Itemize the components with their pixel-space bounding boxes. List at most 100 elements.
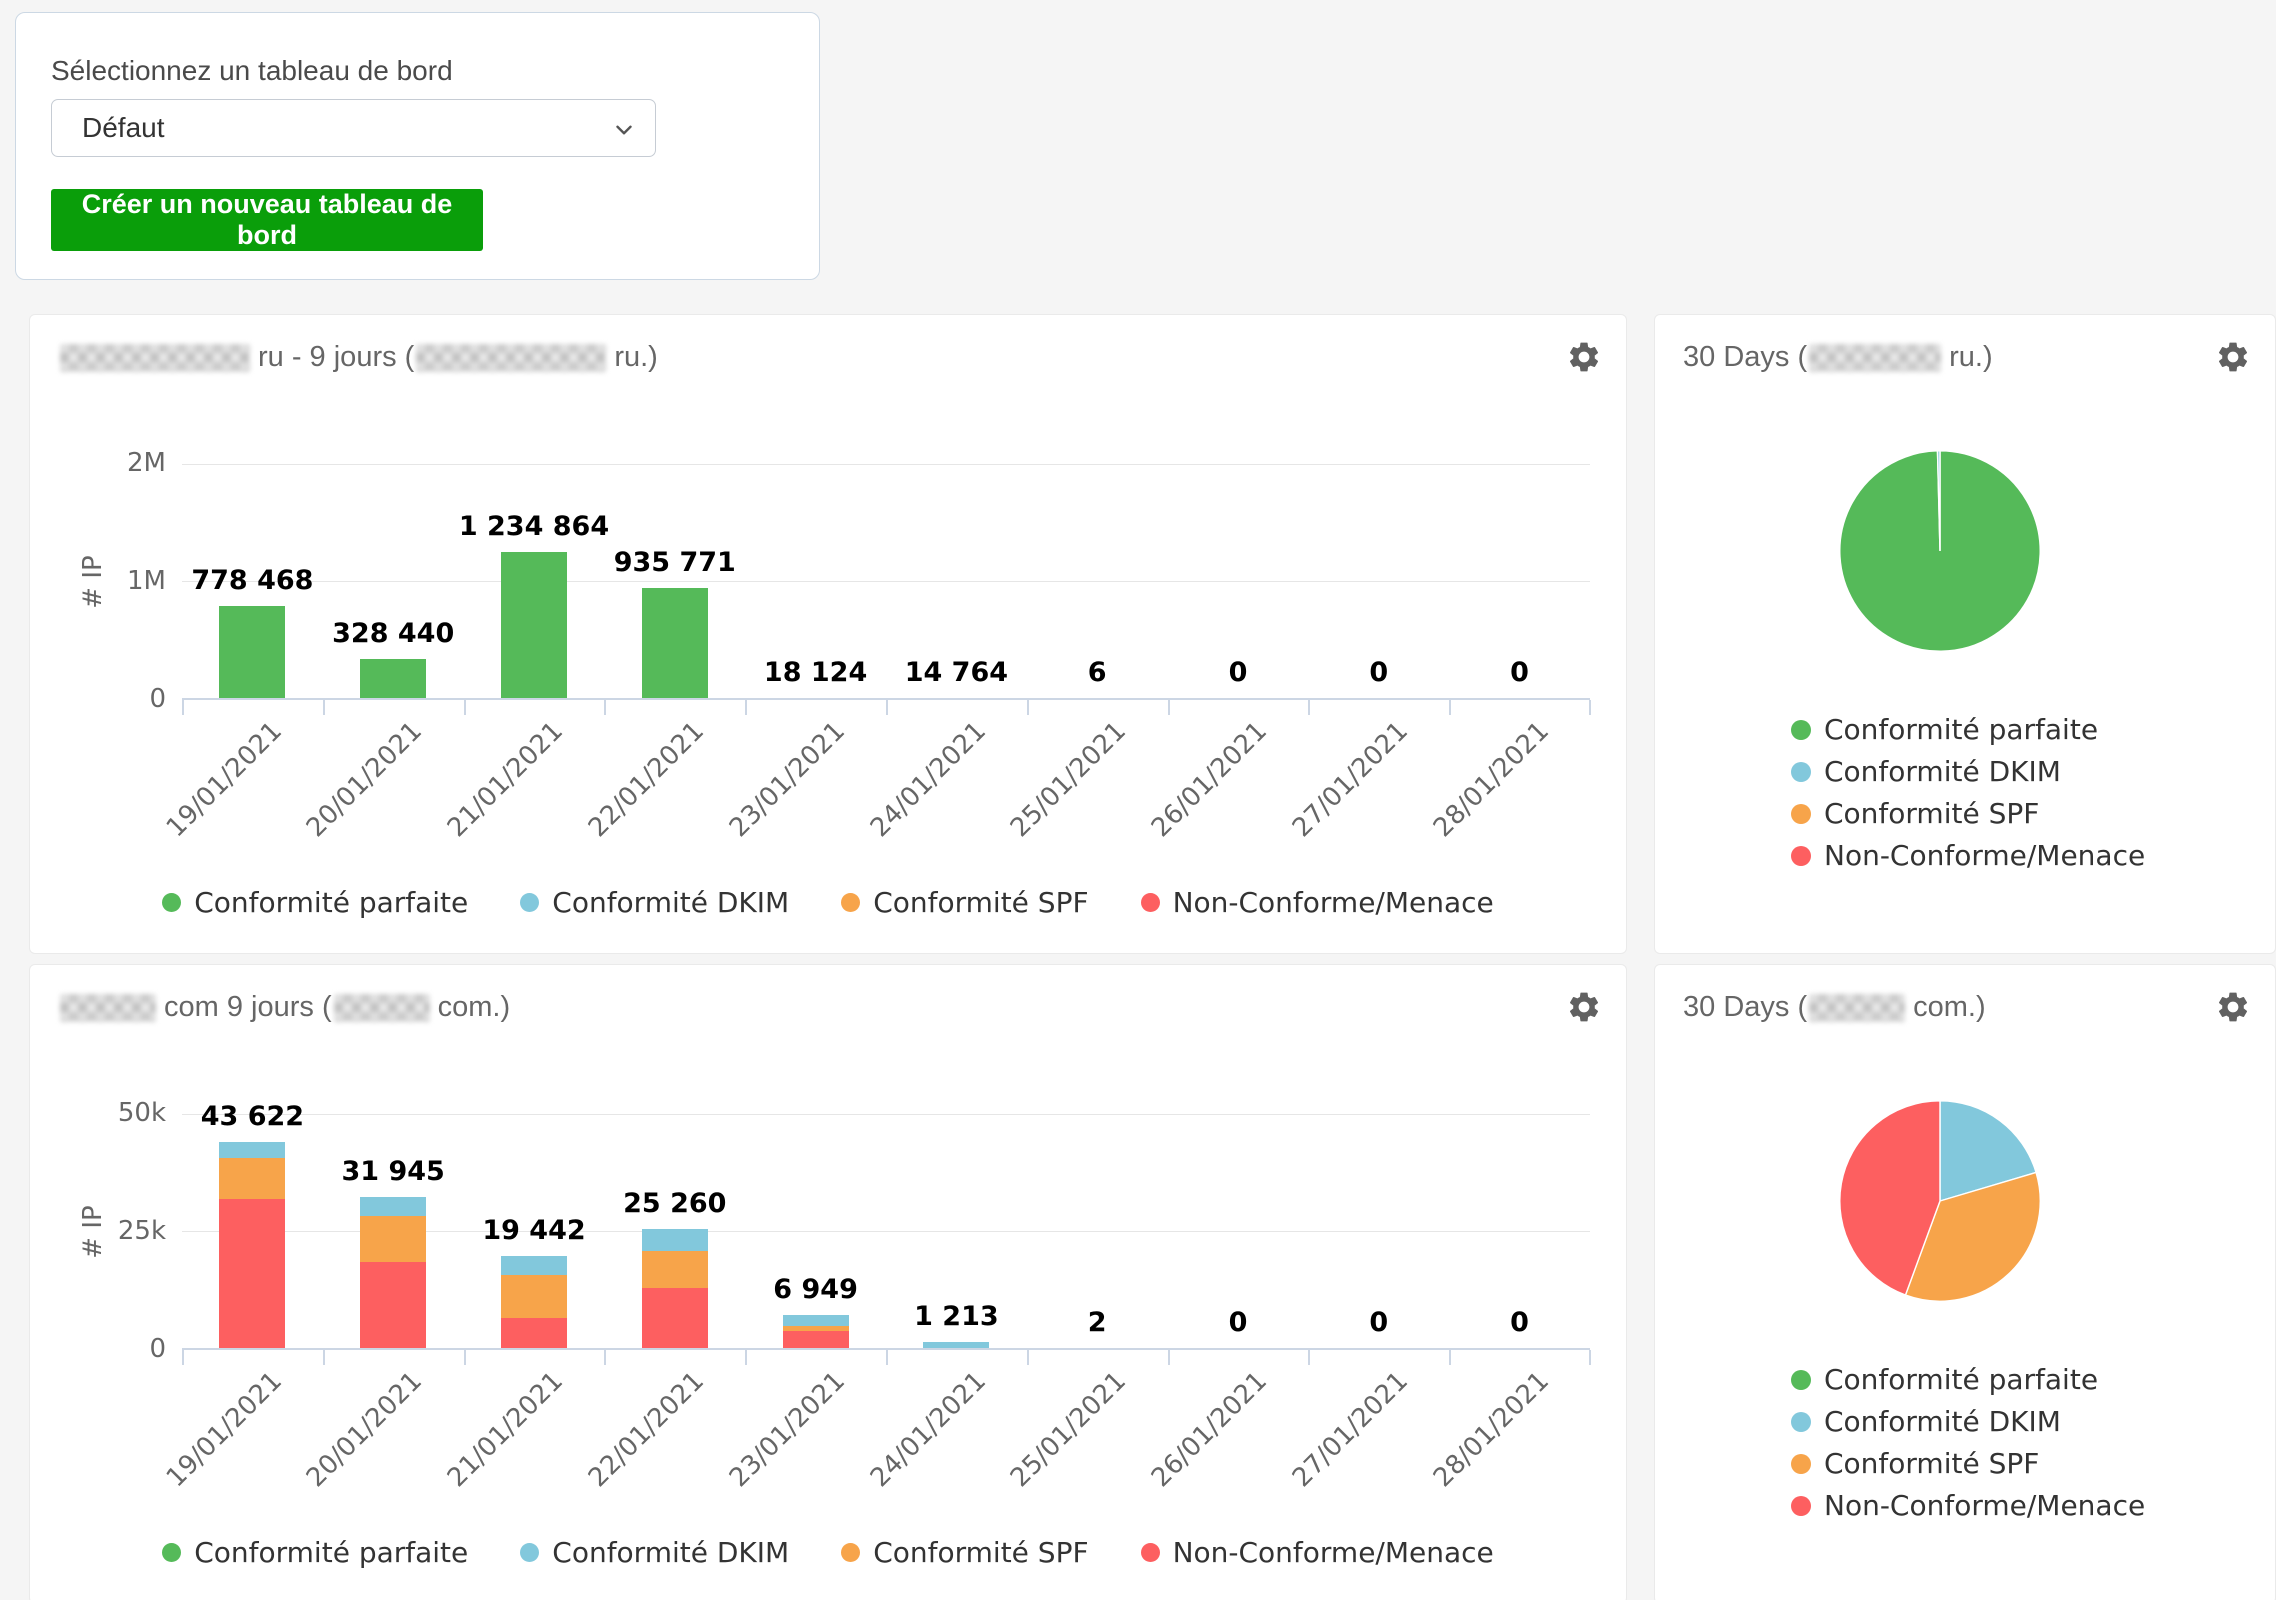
legend-label: Conformité parfaite [194, 886, 468, 919]
legend-label: Conformité SPF [1824, 1447, 2039, 1480]
bar-segment-dkim[interactable] [219, 1142, 285, 1158]
bar-value-label: 18 124 [764, 657, 867, 688]
bar-segment-spf[interactable] [642, 1251, 708, 1287]
card-title-text: com.) [1913, 991, 1986, 1024]
gear-icon[interactable] [1566, 989, 1602, 1025]
legend-item-spf[interactable]: Conformité SPF [1791, 797, 2145, 830]
bar-segment-spf[interactable] [219, 1158, 285, 1199]
bar-segment-spf[interactable] [360, 1216, 426, 1262]
bar-segment-dkim[interactable] [501, 1256, 567, 1275]
chart-legend: Conformité parfaite Conformité DKIM Confor… [1791, 1363, 2145, 1522]
legend-label: Conformité parfaite [194, 1536, 468, 1569]
create-dashboard-button[interactable]: Créer un nouveau tableau de bord [51, 189, 483, 251]
dashboard-select-value: Défaut [82, 112, 165, 144]
legend-item-spf[interactable]: Conformité SPF [1791, 1447, 2145, 1480]
legend-dot [520, 1543, 539, 1562]
bar-segment-dkim[interactable] [923, 1342, 989, 1348]
legend-dot [1791, 1412, 1811, 1432]
x-axis-tick [182, 1350, 184, 1365]
bar-column: 1 234 86421/01/2021 [464, 464, 605, 698]
x-axis-label: 20/01/2021 [301, 716, 428, 843]
dashboard-select[interactable]: Défaut [51, 99, 656, 157]
legend-dot [162, 893, 181, 912]
bar-segment-menace[interactable] [219, 1199, 285, 1348]
x-axis-label: 25/01/2021 [1005, 1366, 1132, 1493]
bar-value-label: 778 468 [191, 565, 313, 596]
x-axis-tick [745, 1350, 747, 1365]
bar-segment-parfaite[interactable] [501, 552, 567, 698]
bar-segment-parfaite[interactable] [360, 659, 426, 698]
legend-item-menace[interactable]: Non-Conforme/Menace [1791, 839, 2145, 872]
bar-stack[interactable] [219, 1142, 285, 1348]
bar-column: 778 46819/01/2021 [182, 464, 323, 698]
x-axis-tick [1027, 1350, 1029, 1365]
legend-dot [1791, 762, 1811, 782]
bar-value-label: 0 [1369, 657, 1388, 688]
x-axis-label: 19/01/2021 [160, 1366, 287, 1493]
bar-stack[interactable] [219, 606, 285, 698]
bar-segment-dkim[interactable] [783, 1315, 849, 1326]
card-title-text: 30 Days ( [1683, 341, 1807, 374]
bar-segment-spf[interactable] [501, 1275, 567, 1317]
dashboard-selector-panel: Sélectionnez un tableau de bord Défaut C… [15, 12, 820, 280]
legend-item-parfaite[interactable]: Conformité parfaite [1791, 713, 2145, 746]
legend-dot [1791, 1496, 1811, 1516]
legend-item-dkim[interactable]: Conformité DKIM [1791, 755, 2145, 788]
legend-item-spf[interactable]: Conformité SPF [841, 1536, 1088, 1569]
legend-item-menace[interactable]: Non-Conforme/Menace [1141, 886, 1494, 919]
bar-segment-menace[interactable] [360, 1262, 426, 1348]
bar-stack[interactable] [642, 1229, 708, 1348]
x-axis-label: 26/01/2021 [1146, 716, 1273, 843]
legend-dot [1791, 1454, 1811, 1474]
legend-item-dkim[interactable]: Conformité DKIM [520, 1536, 789, 1569]
bar-stack[interactable] [642, 588, 708, 698]
bar-value-label: 0 [1229, 1307, 1248, 1338]
bar-segment-dkim[interactable] [360, 1197, 426, 1216]
bar-segment-dkim[interactable] [642, 1229, 708, 1251]
card-title-text: ru.) [614, 341, 658, 374]
gear-icon[interactable] [2215, 989, 2251, 1025]
gear-icon[interactable] [1566, 339, 1602, 375]
legend-item-spf[interactable]: Conformité SPF [841, 886, 1088, 919]
legend-item-parfaite[interactable]: Conformité parfaite [162, 886, 468, 919]
legend-item-parfaite[interactable]: Conformité parfaite [1791, 1363, 2145, 1396]
y-axis-tick-label: 0 [70, 1334, 166, 1364]
y-axis-tick-label: 50k [70, 1098, 166, 1128]
legend-label: Conformité SPF [873, 1536, 1088, 1569]
bar-value-label: 1 213 [914, 1301, 999, 1332]
redacted-domain [1809, 344, 1941, 372]
bar-segment-menace[interactable] [642, 1288, 708, 1348]
bar-segment-menace[interactable] [501, 1318, 567, 1348]
bar-column: 625/01/2021 [1027, 464, 1168, 698]
bar-column: 31 94520/01/2021 [323, 1114, 464, 1348]
legend-item-dkim[interactable]: Conformité DKIM [520, 886, 789, 919]
card-title-text: 30 Days ( [1683, 991, 1807, 1024]
x-axis-label: 24/01/2021 [864, 1366, 991, 1493]
bar-segment-parfaite[interactable] [219, 606, 285, 698]
legend-item-menace[interactable]: Non-Conforme/Menace [1791, 1489, 2145, 1522]
x-axis-tick [323, 1350, 325, 1365]
redacted-domain [60, 344, 250, 372]
legend-item-dkim[interactable]: Conformité DKIM [1791, 1405, 2145, 1438]
bar-segment-parfaite[interactable] [642, 588, 708, 698]
x-axis-label: 28/01/2021 [1428, 716, 1555, 843]
bar-segment-menace[interactable] [783, 1331, 849, 1348]
bar-stack[interactable] [783, 1315, 849, 1348]
bar-stack[interactable] [360, 1197, 426, 1348]
bar-value-label: 6 [1088, 657, 1107, 688]
card-title-text: com.) [438, 991, 511, 1024]
bar-stack[interactable] [501, 1256, 567, 1348]
x-axis-label: 20/01/2021 [301, 1366, 428, 1493]
gear-icon[interactable] [2215, 339, 2251, 375]
legend-dot [520, 893, 539, 912]
bar-stack[interactable] [923, 1342, 989, 1348]
bar-column: 43 62219/01/2021 [182, 1114, 323, 1348]
x-axis-tick [464, 700, 466, 715]
legend-item-parfaite[interactable]: Conformité parfaite [162, 1536, 468, 1569]
bar-stack[interactable] [501, 552, 567, 698]
bar-stack[interactable] [360, 659, 426, 698]
bar-value-label: 0 [1510, 1307, 1529, 1338]
y-axis-tick-label: 25k [70, 1216, 166, 1246]
selector-label: Sélectionnez un tableau de bord [51, 55, 453, 87]
legend-item-menace[interactable]: Non-Conforme/Menace [1141, 1536, 1494, 1569]
